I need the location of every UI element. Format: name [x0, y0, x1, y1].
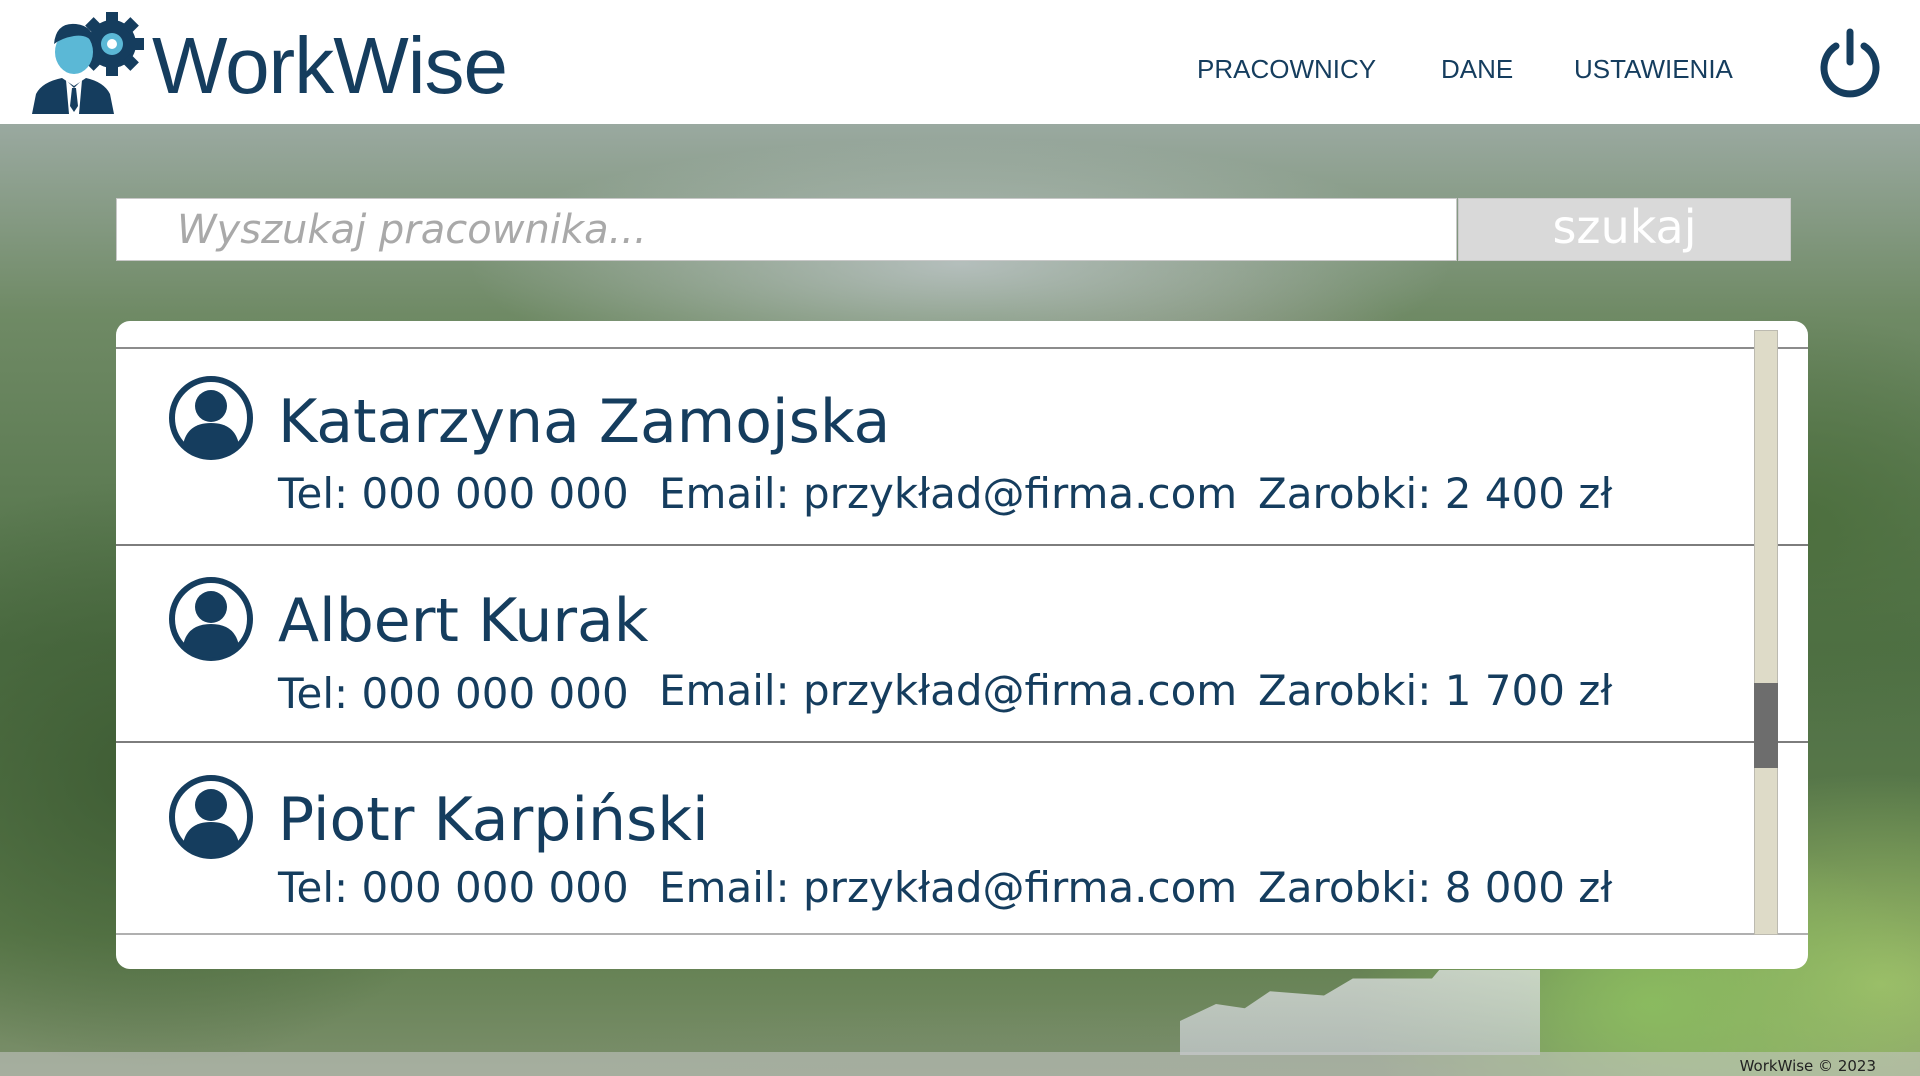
- employee-row[interactable]: Katarzyna Zamojska Tel: 000 000 000 Emai…: [116, 349, 1808, 546]
- employee-phone: Tel: 000 000 000: [278, 669, 629, 718]
- nav-pracownicy[interactable]: PRACOWNICY: [1197, 54, 1376, 85]
- user-icon: [169, 376, 253, 460]
- nav-dane[interactable]: DANE: [1441, 54, 1513, 85]
- search-input[interactable]: [116, 198, 1457, 261]
- employee-name: Albert Kurak: [278, 586, 649, 656]
- app-header: WorkWise PRACOWNICY DANE USTAWIENIA: [0, 0, 1920, 124]
- employee-row[interactable]: Piotr Karpiński Tel: 000 000 000 Email: …: [116, 743, 1808, 940]
- user-icon: [169, 775, 253, 859]
- employee-name: Piotr Karpiński: [278, 785, 709, 855]
- employee-salary: Zarobki: 1 700 zł: [1258, 666, 1613, 715]
- search-button[interactable]: szukaj: [1458, 198, 1791, 261]
- scrollbar-thumb[interactable]: [1754, 683, 1778, 768]
- nav-ustawienia[interactable]: USTAWIENIA: [1574, 54, 1733, 85]
- footer-bar: [0, 1052, 1920, 1076]
- logo-icon: [32, 12, 144, 114]
- employee-list-panel: Katarzyna Zamojska Tel: 000 000 000 Emai…: [116, 321, 1808, 969]
- employee-salary: Zarobki: 8 000 zł: [1258, 863, 1613, 912]
- user-icon: [169, 577, 253, 661]
- brand-name: WorkWise: [152, 21, 508, 110]
- scrollbar-track[interactable]: [1754, 330, 1778, 935]
- divider: [116, 933, 1808, 935]
- employee-email: Email: przykład@firma.com: [659, 863, 1238, 912]
- employee-email: Email: przykład@firma.com: [659, 469, 1238, 518]
- employee-phone: Tel: 000 000 000: [278, 469, 629, 518]
- employee-salary: Zarobki: 2 400 zł: [1258, 469, 1613, 518]
- employee-row[interactable]: Albert Kurak Tel: 000 000 000 Email: prz…: [116, 546, 1808, 743]
- power-icon[interactable]: [1818, 28, 1882, 98]
- copyright-text: WorkWise © 2023: [1739, 1057, 1876, 1075]
- employee-email: Email: przykład@firma.com: [659, 666, 1238, 715]
- employee-phone: Tel: 000 000 000: [278, 863, 629, 912]
- employee-name: Katarzyna Zamojska: [278, 387, 891, 457]
